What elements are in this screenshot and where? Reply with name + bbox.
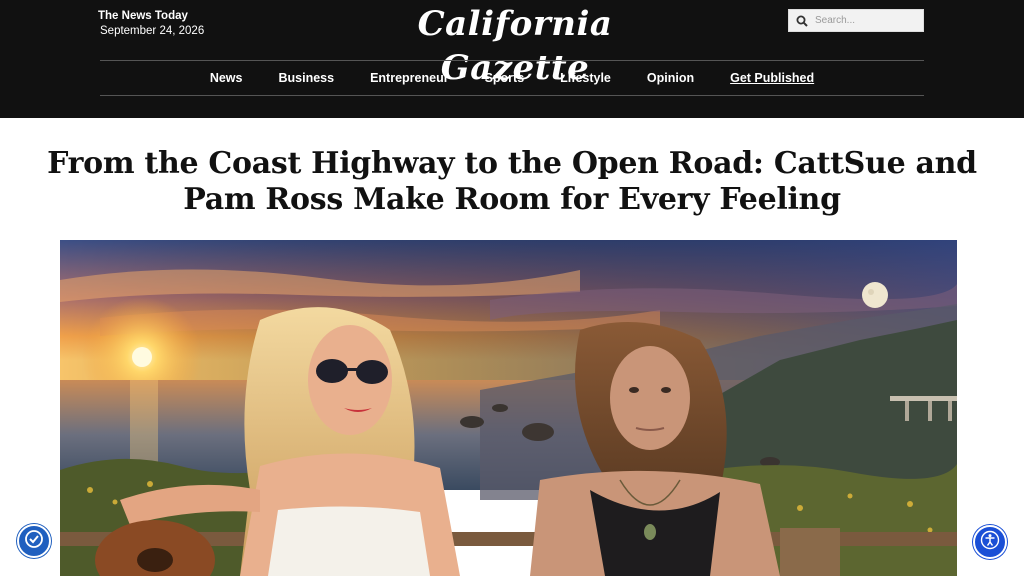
site-header: The News Today September 24, 2026 Califo… — [0, 0, 1024, 118]
header-date: September 24, 2026 — [100, 25, 205, 37]
search-box[interactable] — [788, 9, 924, 32]
article-headline: From the Coast Highway to the Open Road:… — [47, 146, 977, 217]
hero-photo-illustration — [60, 240, 957, 576]
main-nav: News Business Entrepreneur Sports Lifest… — [100, 61, 924, 95]
nav-item-get-published[interactable]: Get Published — [730, 71, 814, 85]
nav-divider-bottom — [100, 95, 924, 96]
accessibility-widget-button[interactable] — [17, 524, 51, 558]
accessibility-person-icon — [980, 530, 1000, 555]
nav-item-opinion[interactable]: Opinion — [647, 71, 694, 85]
nav-item-news[interactable]: News — [210, 71, 243, 85]
nav-item-lifestyle[interactable]: Lifestyle — [560, 71, 611, 85]
header-tagline: The News Today — [98, 10, 188, 22]
accessibility-widget-icon — [24, 529, 44, 554]
article-hero-image — [60, 240, 957, 576]
accessibility-menu-button[interactable] — [973, 525, 1007, 559]
search-icon[interactable] — [789, 10, 815, 31]
nav-item-entrepreneur[interactable]: Entrepreneur — [370, 71, 449, 85]
nav-item-sports[interactable]: Sports — [485, 71, 525, 85]
nav-item-business[interactable]: Business — [278, 71, 334, 85]
search-input[interactable] — [815, 10, 920, 31]
